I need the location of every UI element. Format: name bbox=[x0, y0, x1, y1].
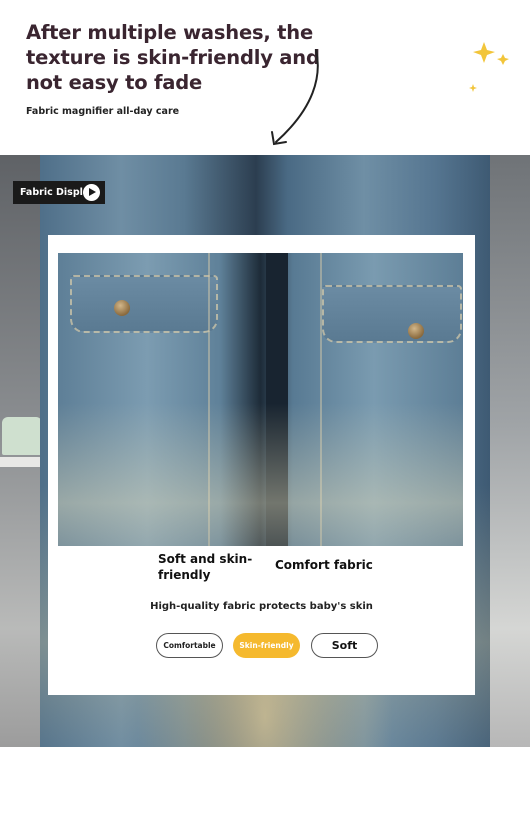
tag-comfortable[interactable]: Comfortable bbox=[156, 633, 223, 658]
fabric-closeup bbox=[58, 253, 463, 546]
sparkle-icon bbox=[469, 42, 509, 92]
feature-label: Soft and skin-friendly bbox=[158, 552, 253, 582]
fabric-card: Soft and skin-friendly Comfort fabric Hi… bbox=[48, 235, 475, 695]
rivet bbox=[408, 323, 424, 339]
cargo-pocket bbox=[70, 275, 218, 333]
feature-label: Comfort fabric bbox=[275, 558, 373, 572]
cargo-pocket bbox=[322, 285, 462, 343]
play-icon bbox=[83, 184, 100, 201]
tag-soft[interactable]: Soft bbox=[311, 633, 378, 658]
tag-skin-friendly[interactable]: Skin-friendly bbox=[233, 633, 300, 658]
subheadline: Fabric magnifier all-day care bbox=[26, 106, 180, 117]
rivet bbox=[114, 300, 130, 316]
feature-description: High-quality fabric protects baby's skin bbox=[150, 601, 373, 612]
fabric-display-button[interactable]: Fabric Display bbox=[13, 181, 105, 204]
curved-arrow-icon bbox=[271, 49, 319, 146]
kitchen-appliance bbox=[2, 417, 42, 455]
